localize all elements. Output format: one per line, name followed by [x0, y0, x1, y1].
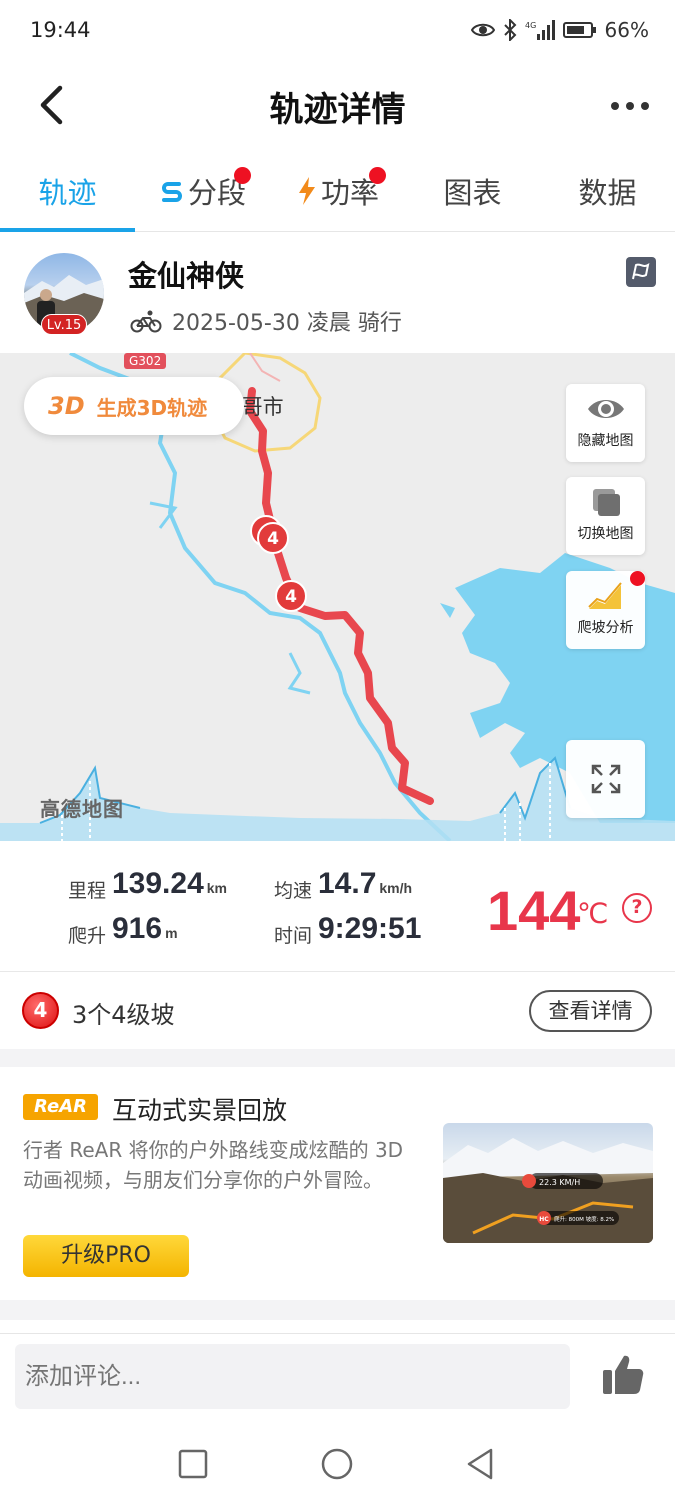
- like-button[interactable]: [600, 1352, 646, 1398]
- tab-bar: 轨迹 分段 功率 图表 数据: [0, 150, 675, 232]
- segments-notification-dot: [234, 167, 251, 184]
- 3d-icon: 3D: [48, 392, 85, 420]
- climb-chart-icon: [587, 582, 622, 609]
- help-icon[interactable]: ?: [622, 893, 652, 923]
- view-details-button[interactable]: 查看详情: [529, 990, 652, 1032]
- speed-label: 均速: [274, 880, 313, 902]
- tab-data[interactable]: 数据: [540, 150, 675, 232]
- recents-icon[interactable]: [178, 1449, 208, 1479]
- hide-map-button[interactable]: 隐藏地图: [566, 384, 645, 462]
- svg-text:爬升: 800M 坡度: 8.2%: 爬升: 800M 坡度: 8.2%: [554, 1215, 614, 1223]
- expand-icon: [591, 764, 620, 794]
- temperature-unit: ℃: [577, 897, 609, 930]
- generate-3d-track-button[interactable]: 3D 生成3D轨迹: [24, 377, 244, 435]
- rear-logo: ReAR: [23, 1094, 98, 1120]
- power-notification-dot: [369, 167, 386, 184]
- eye-icon: [587, 400, 624, 418]
- svg-text:22.3 KM/H: 22.3 KM/H: [539, 1178, 580, 1187]
- home-icon[interactable]: [321, 1448, 353, 1480]
- back-nav-icon[interactable]: [465, 1447, 495, 1481]
- ride-date-type: 2025-05-30 凌晨 骑行: [172, 311, 402, 336]
- svg-text:4: 4: [285, 587, 297, 607]
- generate-3d-label: 生成3D轨迹: [96, 395, 208, 420]
- svg-text:4G: 4G: [525, 21, 536, 30]
- section-divider: [0, 1049, 675, 1067]
- user-name[interactable]: 金仙神侠: [128, 253, 244, 295]
- tab-power[interactable]: 功率: [270, 150, 405, 232]
- distance-label: 里程: [68, 880, 107, 902]
- rear-title: 互动式实景回放: [112, 1096, 288, 1125]
- page-title: 轨迹详情: [269, 90, 406, 130]
- more-icon: [611, 102, 649, 110]
- eye-icon: [470, 23, 495, 37]
- level-badge: Lv.15: [41, 314, 87, 335]
- distance-value: 139.24 km: [112, 867, 227, 900]
- header: 轨迹详情: [0, 64, 675, 148]
- route-map[interactable]: G302 军 哥市 4 4 3D 生成3D轨迹 隐藏地图 切换地图 爬坡分析 高…: [0, 353, 675, 841]
- climb-value: 916 m: [112, 912, 178, 945]
- battery-level: 66%: [604, 18, 649, 42]
- map-provider-watermark: 高德地图: [40, 797, 124, 821]
- climbs-summary: 4 3个4级坡 查看详情: [0, 973, 675, 1049]
- tab-track[interactable]: 轨迹: [0, 150, 135, 232]
- system-nav-bar: [0, 1425, 675, 1500]
- climb-marker-1[interactable]: 4: [249, 514, 291, 556]
- flag-icon: [632, 262, 650, 280]
- temperature-value: 144: [487, 879, 581, 942]
- climb-category-badge: 4: [22, 992, 59, 1029]
- flag-button[interactable]: [626, 257, 656, 287]
- switch-map-button[interactable]: 切换地图: [566, 477, 645, 555]
- segment-icon: [161, 182, 182, 202]
- section-divider-2: [0, 1300, 675, 1320]
- time-value: 9:29:51: [318, 912, 422, 945]
- comment-bar-border: [0, 1333, 675, 1334]
- time-label: 时间: [274, 925, 313, 947]
- active-tab-indicator: [0, 228, 135, 232]
- bicycle-icon: [130, 310, 162, 333]
- signal-icon: 4G: [525, 20, 555, 40]
- comment-input[interactable]: [15, 1344, 570, 1409]
- more-button[interactable]: [609, 86, 651, 126]
- climb-analysis-notification-dot: [630, 571, 645, 586]
- ride-meta: 2025-05-30 凌晨 骑行: [130, 305, 402, 337]
- tab-charts[interactable]: 图表: [405, 150, 540, 232]
- layers-icon: [592, 489, 620, 516]
- svg-text:4: 4: [267, 529, 279, 549]
- bluetooth-icon: [503, 19, 516, 41]
- rear-description: 行者 ReAR 将你的户外路线变成炫酷的 3D 动画视频，与朋友们分享你的户外冒…: [23, 1138, 404, 1192]
- upgrade-pro-button[interactable]: 升级PRO: [23, 1235, 189, 1277]
- svg-text:HC: HC: [539, 1216, 549, 1223]
- thumbs-up-icon: [603, 1355, 644, 1394]
- fullscreen-button[interactable]: [566, 740, 645, 818]
- battery-icon: [562, 22, 596, 38]
- rear-preview-image[interactable]: 22.3 KM/H HC 爬升: 800M 坡度: 8.2%: [443, 1123, 653, 1243]
- speed-value: 14.7 km/h: [318, 867, 413, 900]
- climb-marker-2[interactable]: 4: [273, 578, 309, 614]
- status-bar: 19:44 4G 66%: [0, 0, 675, 64]
- status-time: 19:44: [30, 18, 91, 42]
- climbs-count: 3个4级坡: [72, 1001, 175, 1029]
- road-label: G302: [124, 353, 167, 369]
- lightning-icon: [298, 177, 315, 205]
- tab-segments[interactable]: 分段: [135, 150, 270, 232]
- climb-label: 爬升: [68, 925, 107, 947]
